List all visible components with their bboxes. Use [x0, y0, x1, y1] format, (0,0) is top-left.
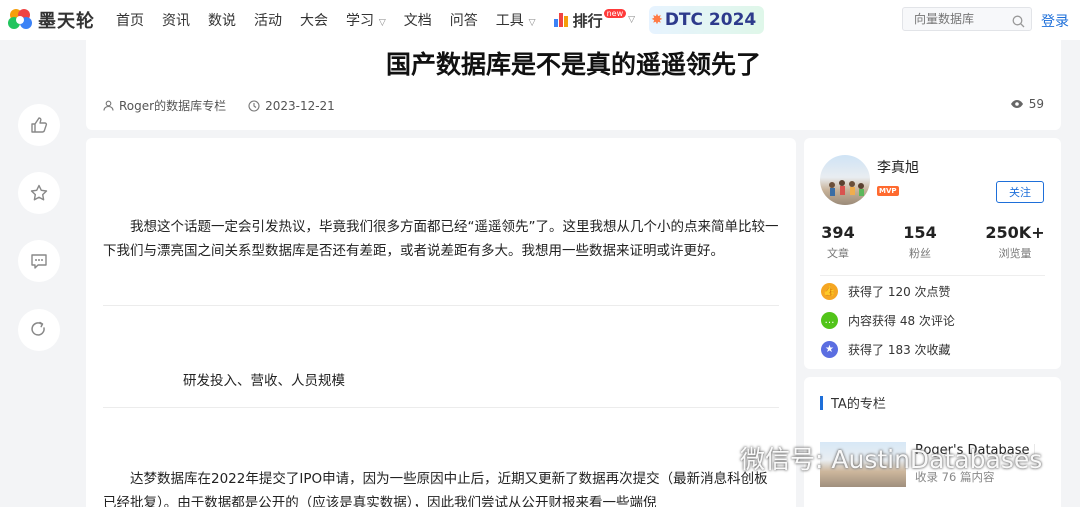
- stat-number: 154: [903, 223, 937, 242]
- user-icon: [103, 100, 114, 111]
- nav-item-qa[interactable]: 问答: [450, 10, 478, 30]
- chevron-down-icon: ▽: [628, 15, 636, 25]
- nav-item-label: 工具: [495, 13, 524, 29]
- login-link[interactable]: 登录: [1041, 11, 1069, 31]
- nav-item-events[interactable]: 活动: [254, 10, 282, 30]
- stat-number: 394: [821, 223, 855, 242]
- chevron-down-icon: ▽: [376, 18, 386, 28]
- nav-item-learn[interactable]: 学习 ▽: [346, 10, 386, 30]
- comment-icon: …: [821, 312, 838, 329]
- watermark-text: 微信号: AustinDatabases: [740, 445, 1043, 474]
- comment-icon: [31, 254, 47, 269]
- article-meta: Roger的数据库专栏 2023-12-21: [103, 97, 357, 114]
- follow-button[interactable]: 关注: [996, 181, 1044, 203]
- logo[interactable]: 墨天轮: [6, 6, 106, 34]
- article-paragraph: 我想这个话题一定会引发热议，毕竟我们很多方面都已经“遥遥领先”了。这里我想从几个…: [103, 219, 779, 259]
- accent-bar: [820, 395, 823, 410]
- clock-icon: [248, 99, 260, 112]
- author-link[interactable]: Roger的数据库专栏: [103, 97, 226, 114]
- column-heading: TA的专栏: [820, 393, 886, 412]
- nav-item-news[interactable]: 资讯: [162, 10, 190, 30]
- divider: [103, 407, 779, 408]
- logo-icon: [6, 6, 34, 34]
- column-heading-text: TA的专栏: [831, 397, 886, 412]
- favorite-button[interactable]: [18, 172, 60, 214]
- wechat-watermark: 微信号: AustinDatabases: [696, 440, 1042, 476]
- stat-label: 文章: [827, 247, 849, 260]
- view-count-text: 59: [1028, 97, 1044, 111]
- achievement-text: 获得了 183 次收藏: [848, 343, 951, 357]
- article-title: 国产数据库是不是真的遥遥领先了: [385, 50, 761, 79]
- achievement-text: 获得了 120 次点赞: [848, 285, 951, 299]
- stat-label: 浏览量: [998, 247, 1032, 260]
- nav-item-docs[interactable]: 文档: [404, 10, 432, 30]
- stat-number: 250K+: [985, 223, 1045, 242]
- share-icon: [31, 321, 45, 336]
- comment-button[interactable]: [18, 240, 60, 282]
- achievement-comments: … 内容获得 48 次评论: [821, 312, 955, 329]
- search-input[interactable]: [914, 12, 1010, 26]
- author-name: Roger的数据库专栏: [119, 99, 227, 113]
- view-count: 59: [1010, 97, 1044, 111]
- nav-item-conference[interactable]: 大会: [300, 10, 328, 30]
- mvp-badge: MVP: [877, 186, 899, 196]
- new-badge: new: [603, 8, 627, 18]
- search-box: [902, 7, 1032, 31]
- nav-item-tools[interactable]: 工具 ▽: [496, 10, 536, 30]
- logo-text: 墨天轮: [38, 11, 95, 32]
- like-button[interactable]: [18, 104, 60, 146]
- star-icon: ★: [821, 341, 838, 358]
- sparkle-icon: ✸: [651, 12, 663, 28]
- eye-icon: [1010, 100, 1023, 108]
- dtc-banner[interactable]: ✸ DTC 2024: [649, 6, 765, 34]
- nav-item-label: 学习: [346, 13, 374, 29]
- author-name[interactable]: 李真旭: [877, 157, 919, 177]
- stat-followers[interactable]: 154 粉丝: [900, 223, 940, 261]
- achievement-text: 内容获得 48 次评论: [848, 314, 955, 328]
- divider: [103, 305, 779, 306]
- search-icon[interactable]: [1012, 13, 1025, 32]
- publish-date: 2023-12-21: [248, 99, 335, 113]
- nav-item-data[interactable]: 数说: [208, 10, 236, 30]
- stat-articles[interactable]: 394 文章: [820, 223, 856, 261]
- author-card: 李真旭 MVP 关注 394 文章 154 粉丝 250K+ 浏览量 👍 获得了…: [804, 138, 1061, 369]
- article-header: 国产数据库是不是真的遥遥领先了 Roger的数据库专栏 2023-12-21 5…: [86, 40, 1061, 130]
- article-paragraph: 达梦数据库在2022年提交了IPO申请，因为一些原因中止后，近期又更新了数据再次…: [103, 471, 768, 507]
- dtc-label: DTC 2024: [664, 10, 757, 30]
- article-subheading: 研发投入、营收、人员规模: [183, 373, 345, 389]
- nav-item-ranking[interactable]: 排行 new ▽: [553, 8, 636, 31]
- nav-menu: 首页 资讯 数说 活动 大会 学习 ▽ 文档 问答 工具 ▽ 排行 new ▽ …: [116, 6, 765, 34]
- achievement-favorites: ★ 获得了 183 次收藏: [821, 341, 951, 358]
- wechat-icon: [697, 444, 732, 470]
- bar-chart-icon: [553, 13, 569, 27]
- divider: [820, 275, 1045, 276]
- star-icon: [30, 184, 48, 201]
- stat-label: 粉丝: [909, 247, 931, 260]
- thumbs-up-icon: [31, 117, 48, 133]
- share-button[interactable]: [18, 309, 60, 351]
- chevron-down-icon: ▽: [525, 18, 536, 28]
- avatar[interactable]: [820, 155, 870, 205]
- date-text: 2023-12-21: [265, 98, 335, 113]
- article-body: 我想这个话题一定会引发热议，毕竟我们很多方面都已经“遥遥领先”了。这里我想从几个…: [86, 138, 796, 507]
- nav-item-home[interactable]: 首页: [116, 10, 144, 30]
- thumbs-up-icon: 👍: [821, 283, 838, 300]
- stat-views[interactable]: 250K+ 浏览量: [984, 223, 1046, 261]
- ranking-label: 排行: [572, 11, 603, 30]
- top-nav: 墨天轮 首页 资讯 数说 活动 大会 学习 ▽ 文档 问答 工具 ▽ 排行 ne…: [0, 0, 1080, 40]
- achievement-likes: 👍 获得了 120 次点赞: [821, 283, 951, 300]
